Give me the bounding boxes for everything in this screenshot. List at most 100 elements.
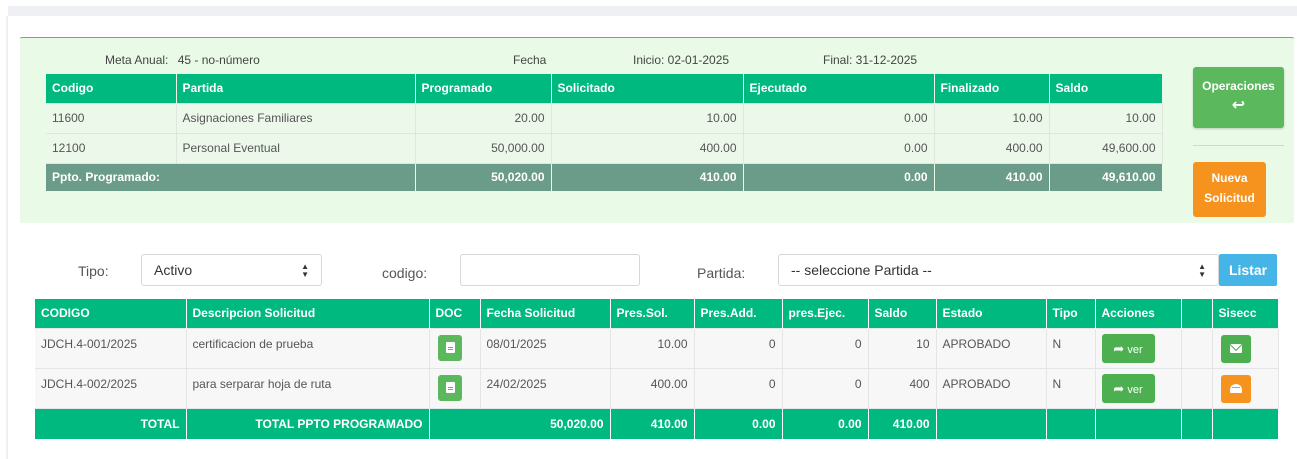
cell-doc: [429, 367, 481, 408]
fecha-label: Fecha: [513, 53, 547, 67]
total-programado: 50,020.00: [429, 407, 611, 439]
col-tipo: Tipo: [1046, 299, 1096, 328]
total-solicitado: 410.00: [551, 162, 744, 191]
partida-select[interactable]: -- seleccione Partida -- ▲ ▼: [778, 254, 1219, 286]
nueva-label: Nueva: [1211, 171, 1248, 185]
cell-pres-add: 0: [694, 327, 783, 368]
col-saldo: Saldo: [1049, 74, 1163, 103]
cell-descripcion: para serparar hoja de ruta: [186, 367, 430, 408]
nueva-solicitud-button[interactable]: Nueva Solicitud: [1193, 162, 1266, 217]
envelope-icon[interactable]: [1220, 334, 1251, 363]
solicitudes-table: CODIGO Descripcion Solicitud DOC Fecha S…: [35, 299, 1279, 439]
cell-partida: Personal Eventual: [176, 132, 416, 163]
col-codigo: CODIGO: [35, 299, 187, 328]
cell-pres-ejec: 0: [782, 367, 869, 408]
cell-saldo: 10: [868, 327, 937, 368]
col-pres-add: Pres.Add.: [694, 299, 783, 328]
cell-empty: [1181, 367, 1213, 408]
divider: [1193, 145, 1284, 146]
cell-pres-sol: 10.00: [610, 327, 695, 368]
total-ppto-label: TOTAL PPTO PROGRAMADO: [186, 407, 430, 439]
meta-anual-value: 45 - no-número: [177, 53, 260, 67]
total-empty: [936, 407, 1047, 439]
col-partida: Partida: [176, 74, 416, 103]
cell-saldo: 400: [868, 367, 937, 408]
cell-finalizado: 10.00: [934, 102, 1050, 133]
cell-codigo: JDCH.4-002/2025: [35, 367, 187, 408]
cell-codigo: JDCH.4-001/2025: [35, 327, 187, 368]
share-arrow-icon: ➦: [1113, 380, 1125, 396]
col-estado: Estado: [936, 299, 1047, 328]
cell-pres-ejec: 0: [782, 327, 869, 368]
top-bar: [8, 6, 1297, 16]
cell-finalizado: 400.00: [934, 132, 1050, 163]
cell-tipo: N: [1046, 327, 1096, 368]
ver-label: ver: [1127, 383, 1143, 396]
total-empty: [1212, 407, 1279, 439]
cell-programado: 20.00: [415, 102, 552, 133]
meta-anual-label: Meta Anual:: [105, 53, 169, 67]
ver-button[interactable]: ➦ ver: [1101, 333, 1155, 363]
col-finalizado: Finalizado: [934, 74, 1050, 103]
total-empty: [1095, 407, 1182, 439]
total-label: TOTAL: [35, 407, 187, 439]
table-row: JDCH.4-001/2025 certificacion de prueba …: [35, 327, 1279, 368]
total-saldo: 49,610.00: [1049, 162, 1163, 191]
col-programado: Programado: [415, 74, 552, 103]
select-arrows-icon: ▲ ▼: [301, 262, 309, 279]
col-empty: [1181, 299, 1213, 328]
cell-ejecutado: 0.00: [743, 102, 935, 133]
cell-fecha: 24/02/2025: [480, 367, 611, 408]
frame-border: [6, 16, 8, 459]
col-sisecc: Sisecc: [1212, 299, 1279, 328]
codigo-input[interactable]: [460, 254, 640, 286]
ver-label: ver: [1127, 343, 1143, 356]
tipo-select[interactable]: Activo ▲ ▼: [141, 254, 322, 286]
total-ejecutado: 0.00: [743, 162, 935, 191]
cell-acciones: ➦ ver: [1095, 367, 1182, 408]
cell-fecha: 08/01/2025: [480, 327, 611, 368]
document-icon[interactable]: [437, 334, 462, 361]
meta-anual: Meta Anual: 45 - no-número: [105, 53, 260, 67]
cell-tipo: N: [1046, 367, 1096, 408]
total-empty: [1181, 407, 1213, 439]
table-row: 11600 Asignaciones Familiares 20.00 10.0…: [46, 102, 1163, 133]
col-fecha: Fecha Solicitud: [480, 299, 611, 328]
col-acciones: Acciones: [1095, 299, 1182, 328]
document-icon[interactable]: [437, 374, 462, 401]
ver-button[interactable]: ➦ ver: [1101, 373, 1155, 403]
cell-codigo: 11600: [46, 102, 177, 133]
col-pres-ejec: pres.Ejec.: [782, 299, 869, 328]
summary-header-row: Codigo Partida Programado Solicitado Eje…: [46, 74, 1163, 103]
summary-table: Codigo Partida Programado Solicitado Eje…: [46, 74, 1163, 191]
listar-button[interactable]: Listar: [1219, 254, 1277, 286]
operaciones-label: Operaciones: [1202, 79, 1275, 93]
fecha-inicio: Inicio: 02-01-2025: [633, 53, 730, 67]
cell-programado: 50,000.00: [415, 132, 552, 163]
cell-solicitado: 400.00: [551, 132, 744, 163]
col-pres-sol: Pres.Sol.: [610, 299, 695, 328]
reply-icon: ↩: [1231, 97, 1246, 114]
tipo-label: Tipo:: [78, 263, 109, 279]
cell-ejecutado: 0.00: [743, 132, 935, 163]
cell-saldo: 49,600.00: [1049, 132, 1163, 163]
solicitud-label: Solicitud: [1204, 191, 1255, 205]
select-arrows-icon: ▲ ▼: [1198, 262, 1206, 279]
summary-total-row: Ppto. Programado: 50,020.00 410.00 0.00 …: [46, 162, 1163, 191]
main-header-row: CODIGO Descripcion Solicitud DOC Fecha S…: [35, 299, 1279, 328]
total-programado: 50,020.00: [415, 162, 552, 191]
cell-pres-sol: 400.00: [610, 367, 695, 408]
cell-doc: [429, 327, 481, 368]
cell-sisecc: [1212, 367, 1279, 408]
cell-descripcion: certificacion de prueba: [186, 327, 430, 368]
cell-solicitado: 10.00: [551, 102, 744, 133]
summary-panel: Meta Anual: 45 - no-número Fecha Inicio:…: [20, 37, 1294, 223]
codigo-label: codigo:: [382, 265, 428, 281]
envelope-open-icon[interactable]: [1220, 374, 1251, 403]
table-row: JDCH.4-002/2025 para serparar hoja de ru…: [35, 367, 1279, 408]
col-ejecutado: Ejecutado: [743, 74, 935, 103]
col-codigo: Codigo: [46, 74, 177, 103]
total-saldo: 410.00: [868, 407, 937, 439]
total-pres-ejec: 0.00: [782, 407, 869, 439]
operaciones-button[interactable]: Operaciones ↩: [1193, 67, 1284, 128]
